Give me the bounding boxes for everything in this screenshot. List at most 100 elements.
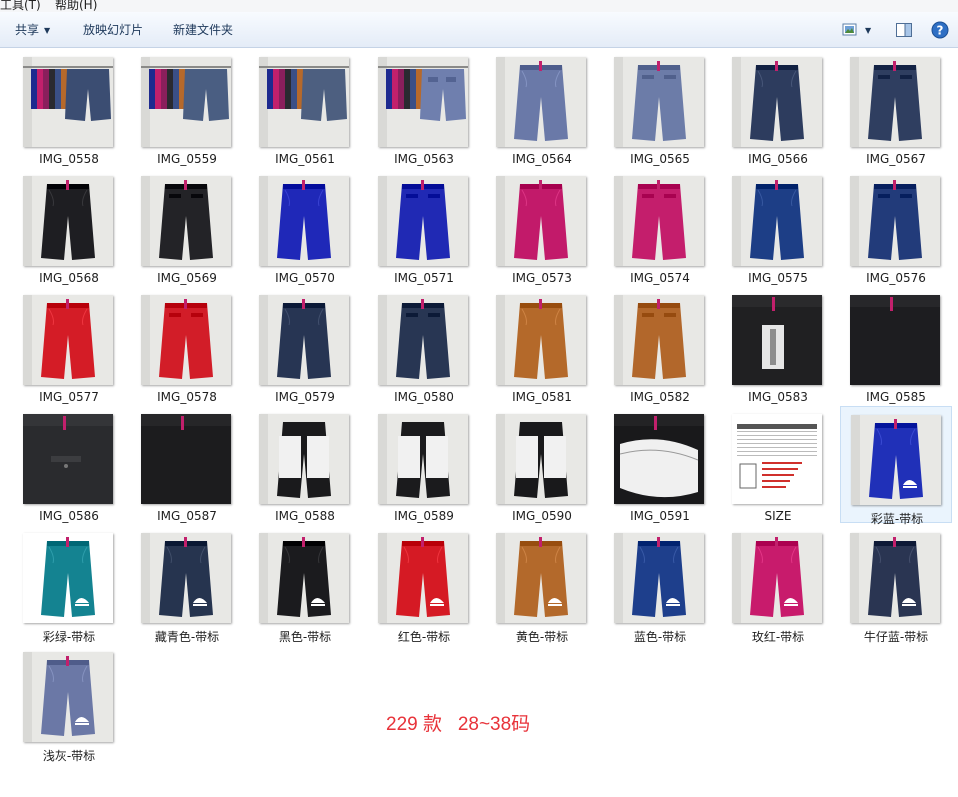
preview-pane-icon[interactable] (895, 21, 913, 39)
file-item[interactable]: IMG_0591 (604, 406, 716, 523)
file-item[interactable]: 浅灰-带标 (13, 644, 125, 763)
file-thumbnail (141, 414, 231, 504)
file-thumbnail (141, 295, 231, 385)
file-name-label: 蓝色-带标 (633, 630, 687, 644)
file-item[interactable]: IMG_0580 (368, 287, 480, 404)
file-item[interactable]: IMG_0588 (249, 406, 361, 523)
file-thumbnail (614, 176, 704, 266)
file-thumbnail (378, 176, 468, 266)
menu-bar: 工具(T) 帮助(H) (0, 0, 958, 12)
file-name-label: IMG_0581 (512, 390, 572, 404)
file-item[interactable]: 蓝色-带标 (604, 525, 716, 644)
file-item[interactable]: IMG_0564 (486, 49, 598, 166)
file-name-label: IMG_0587 (157, 509, 217, 523)
file-thumbnail (496, 176, 586, 266)
file-thumbnail (732, 533, 822, 623)
file-item[interactable]: IMG_0563 (368, 49, 480, 166)
file-item[interactable]: IMG_0586 (13, 406, 125, 523)
file-item[interactable]: 黑色-带标 (249, 525, 361, 644)
file-item[interactable]: IMG_0573 (486, 168, 598, 285)
file-thumbnail (851, 415, 941, 505)
file-item[interactable]: 藏青色-带标 (131, 525, 243, 644)
file-item[interactable]: IMG_0576 (840, 168, 952, 285)
new-folder-button[interactable]: 新建文件夹 (173, 21, 233, 39)
file-name-label: IMG_0580 (394, 390, 454, 404)
file-thumbnail (23, 57, 113, 147)
file-thumbnail (378, 57, 468, 147)
file-thumbnail (23, 414, 113, 504)
file-name-label: IMG_0569 (157, 271, 217, 285)
file-name-label: IMG_0559 (157, 152, 217, 166)
file-thumbnail (141, 57, 231, 147)
file-item[interactable]: IMG_0569 (131, 168, 243, 285)
file-name-label: IMG_0591 (630, 509, 690, 523)
file-item[interactable]: IMG_0579 (249, 287, 361, 404)
file-item[interactable]: IMG_0577 (13, 287, 125, 404)
file-name-label: IMG_0566 (748, 152, 808, 166)
file-thumbnail (259, 295, 349, 385)
menu-help[interactable]: 帮助(H) (55, 0, 97, 12)
help-icon[interactable]: ? (931, 21, 949, 39)
file-item[interactable]: IMG_0590 (486, 406, 598, 523)
slideshow-button[interactable]: 放映幻灯片 (83, 21, 143, 39)
file-thumbnail (23, 533, 113, 623)
file-item[interactable]: IMG_0558 (13, 49, 125, 166)
share-button[interactable]: 共享 ▼ (15, 21, 50, 39)
file-item[interactable]: IMG_0571 (368, 168, 480, 285)
menu-tools[interactable]: 工具(T) (0, 0, 41, 12)
file-item[interactable]: 红色-带标 (368, 525, 480, 644)
file-name-label: 藏青色-带标 (154, 630, 220, 644)
file-thumbnail (496, 295, 586, 385)
file-item[interactable]: IMG_0583 (722, 287, 834, 404)
file-thumbnail (259, 533, 349, 623)
file-item[interactable]: IMG_0585 (840, 287, 952, 404)
file-item[interactable]: IMG_0568 (13, 168, 125, 285)
file-thumbnail (850, 176, 940, 266)
file-item[interactable]: IMG_0589 (368, 406, 480, 523)
file-name-label: 牛仔蓝-带标 (863, 630, 929, 644)
svg-text:?: ? (937, 24, 944, 38)
view-dropdown-arrow-icon[interactable]: ▼ (865, 21, 871, 39)
file-thumbnail (850, 533, 940, 623)
share-label: 共享 (15, 23, 40, 37)
style-size-note: 229 款 28~38码 (386, 714, 531, 735)
file-item[interactable]: IMG_0561 (249, 49, 361, 166)
file-name-label: IMG_0586 (39, 509, 99, 523)
file-name-label: IMG_0576 (866, 271, 926, 285)
file-item[interactable]: IMG_0581 (486, 287, 598, 404)
file-item[interactable]: 黄色-带标 (486, 525, 598, 644)
file-item[interactable]: IMG_0587 (131, 406, 243, 523)
file-name-label: IMG_0570 (275, 271, 335, 285)
file-name-label: IMG_0573 (512, 271, 572, 285)
file-name-label: IMG_0578 (157, 390, 217, 404)
view-options-icon[interactable] (842, 21, 860, 39)
file-thumbnail (259, 176, 349, 266)
file-item[interactable]: IMG_0567 (840, 49, 952, 166)
file-thumbnail (23, 176, 113, 266)
file-item[interactable]: SIZE (722, 406, 834, 523)
file-name-label: IMG_0583 (748, 390, 808, 404)
file-name-label: IMG_0567 (866, 152, 926, 166)
file-item[interactable]: IMG_0570 (249, 168, 361, 285)
file-item[interactable]: IMG_0559 (131, 49, 243, 166)
file-name-label: 浅灰-带标 (42, 749, 96, 763)
file-thumbnail (496, 414, 586, 504)
file-name-label: IMG_0574 (630, 271, 690, 285)
file-item[interactable]: 玫红-带标 (722, 525, 834, 644)
file-item[interactable]: IMG_0582 (604, 287, 716, 404)
file-item[interactable]: 彩蓝-带标 (840, 406, 952, 526)
file-item[interactable]: IMG_0574 (604, 168, 716, 285)
file-thumbnail (378, 533, 468, 623)
file-item[interactable]: IMG_0575 (722, 168, 834, 285)
file-name-label: IMG_0561 (275, 152, 335, 166)
command-bar: 共享 ▼ 放映幻灯片 新建文件夹 ▼ ? (0, 12, 958, 48)
file-thumbnail (496, 57, 586, 147)
file-thumbnail (259, 57, 349, 147)
file-item[interactable]: IMG_0566 (722, 49, 834, 166)
file-thumbnail (141, 176, 231, 266)
file-item[interactable]: 彩绿-带标 (13, 525, 125, 644)
file-item[interactable]: 牛仔蓝-带标 (840, 525, 952, 644)
file-item[interactable]: IMG_0565 (604, 49, 716, 166)
file-item[interactable]: IMG_0578 (131, 287, 243, 404)
file-name-label: IMG_0575 (748, 271, 808, 285)
